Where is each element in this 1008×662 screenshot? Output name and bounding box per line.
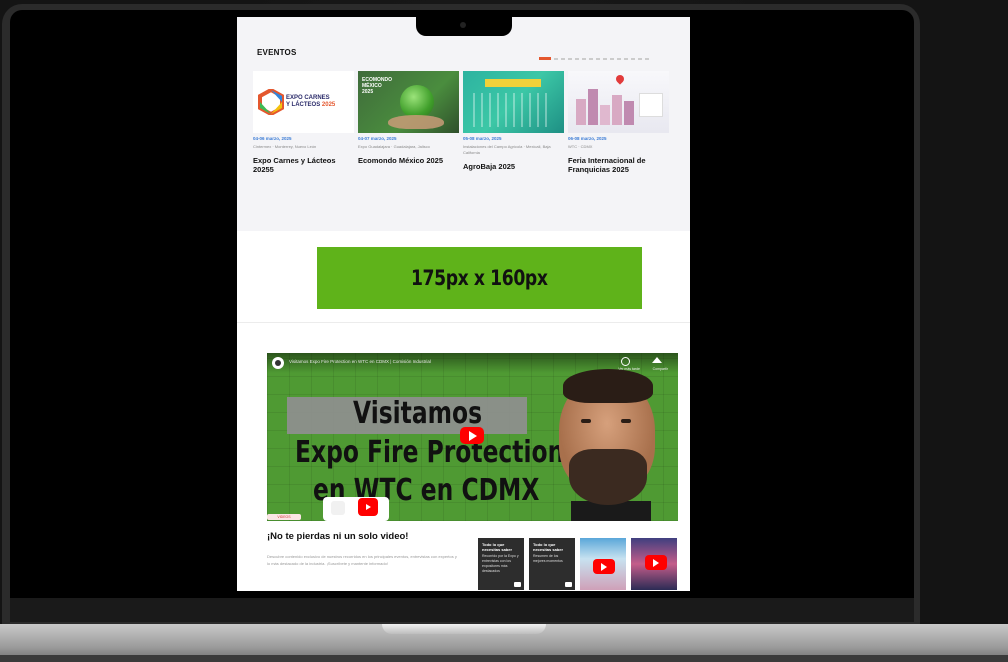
slider-dot[interactable] [575, 57, 579, 60]
laptop-base-edge [0, 655, 1008, 662]
slider-dot[interactable] [582, 57, 586, 60]
building-graphic [576, 99, 586, 125]
slider-dot[interactable] [617, 57, 621, 60]
webpage[interactable]: EVENTOS EXPO CARNES Y LÁCTEOS 2025 04-06… [237, 17, 690, 591]
video-thumbnail[interactable] [631, 538, 677, 590]
event-thumbnail[interactable]: ECOMONDO MÉXICO 2025 [358, 71, 459, 133]
slider-dot[interactable] [603, 57, 607, 60]
slider-dot[interactable] [631, 57, 635, 60]
event-thumbnail[interactable]: EXPO CARNES Y LÁCTEOS 2025 [253, 71, 354, 133]
event-thumbnail[interactable] [463, 71, 564, 133]
event-date: 04-07 marzo, 2025 [358, 136, 397, 141]
video-thumbnail[interactable]: Todo lo que necesitas saber Resumen de lo… [529, 538, 575, 590]
play-button-icon[interactable] [460, 427, 484, 444]
slider-dot[interactable] [568, 57, 572, 60]
youtube-video-embed[interactable]: Visitamos Expo Fire Protection en WTC en… [267, 353, 678, 521]
youtube-button-icon[interactable] [358, 498, 378, 516]
channel-avatar-icon[interactable] [272, 357, 284, 369]
location-pin-icon [614, 73, 626, 85]
slider-dot[interactable] [624, 57, 628, 60]
play-button-icon[interactable] [645, 555, 667, 570]
slider-pagination[interactable] [539, 57, 649, 60]
event-thumbnail[interactable] [568, 71, 669, 133]
building-graphic [600, 105, 610, 125]
building-graphic [588, 89, 598, 125]
slider-dot[interactable] [589, 57, 593, 60]
video-thumbnail[interactable]: Todo lo que necesitas saber Recorrido por… [478, 538, 524, 590]
event-date: 04-06 marzo, 2025 [253, 136, 292, 141]
slider-dot[interactable] [539, 57, 551, 60]
videos-description: Descubre contenido exclusivo de nuestros… [267, 554, 457, 566]
slider-dot[interactable] [554, 57, 558, 60]
event-location: WTC · CDMX [568, 144, 593, 149]
event-name[interactable]: AgroBaja 2025 [463, 162, 564, 171]
events-heading: EVENTOS [257, 48, 297, 57]
previous-button[interactable] [331, 501, 345, 515]
slider-dot[interactable] [645, 57, 649, 60]
videos-heading: ¡No te pierdas ni un solo video! [267, 531, 409, 542]
agrobaja-banner-graphic [485, 79, 541, 87]
event-location: Expo Guadalajara · Guadalajara, Jalisco [358, 144, 430, 149]
slider-dot[interactable] [561, 57, 565, 60]
ad-placeholder[interactable]: 175px x 160px [317, 247, 642, 309]
franquicias-logo-panel [639, 93, 663, 117]
globe-icon [400, 85, 434, 119]
youtube-badge-icon [514, 582, 521, 587]
ad-size-label: 175px x 160px [411, 266, 548, 290]
videos-tag: VIDEOS [267, 514, 301, 520]
slider-dot[interactable] [610, 57, 614, 60]
crop-field-graphic [473, 93, 553, 127]
youtube-badge-icon [565, 582, 572, 587]
video-title[interactable]: Visitamos Expo Fire Protection en WTC en… [289, 359, 431, 364]
thumbnail-title-line: Expo Fire Protection [295, 435, 565, 470]
ecomondo-logo-text: ECOMONDO MÉXICO 2025 [362, 77, 392, 95]
expo-carnes-logo-icon [258, 89, 284, 115]
event-name[interactable]: Expo Carnes y Lácteos 20255 [253, 156, 354, 174]
event-card[interactable]: EXPO CARNES Y LÁCTEOS 2025 04-06 marzo, … [253, 71, 354, 174]
building-graphic [624, 101, 634, 125]
event-name[interactable]: Feria Internacional de Franquicias 2025 [568, 156, 669, 174]
video-thumbnails: Todo lo que necesitas saber Recorrido por… [478, 538, 678, 590]
event-card[interactable]: ECOMONDO MÉXICO 2025 04-07 marzo, 2025 E… [358, 71, 459, 165]
laptop-opening-notch [382, 624, 546, 634]
section-divider [237, 322, 690, 323]
building-graphic [612, 95, 622, 125]
play-button-icon[interactable] [593, 559, 615, 574]
slider-dot[interactable] [638, 57, 642, 60]
thumbnail-title-line: Visitamos [353, 396, 483, 431]
event-date: 05-08 marzo, 2025 [463, 136, 502, 141]
slider-dot[interactable] [596, 57, 600, 60]
expo-carnes-logo-text: EXPO CARNES Y LÁCTEOS 2025 [286, 95, 336, 108]
event-card[interactable]: 05-08 marzo, 2025 Instalaciones del Camp… [463, 71, 564, 171]
event-date: 06-08 marzo, 2025 [568, 136, 607, 141]
event-location: Instalaciones del Campo Agrícola · Mexic… [463, 144, 551, 155]
presenter-photo [547, 361, 667, 521]
hand-image [388, 115, 444, 129]
event-name[interactable]: Ecomondo México 2025 [358, 156, 459, 165]
video-thumbnail[interactable] [580, 538, 626, 590]
event-location: Cintermex · Monterrey, Nuevo León [253, 144, 317, 149]
events-section: EVENTOS EXPO CARNES Y LÁCTEOS 2025 04-06… [237, 17, 690, 231]
camera-icon [460, 22, 466, 28]
event-card[interactable]: 06-08 marzo, 2025 WTC · CDMX Feria Inter… [568, 71, 669, 174]
screen-bottom-bezel [10, 598, 914, 622]
camera-notch [416, 14, 512, 36]
